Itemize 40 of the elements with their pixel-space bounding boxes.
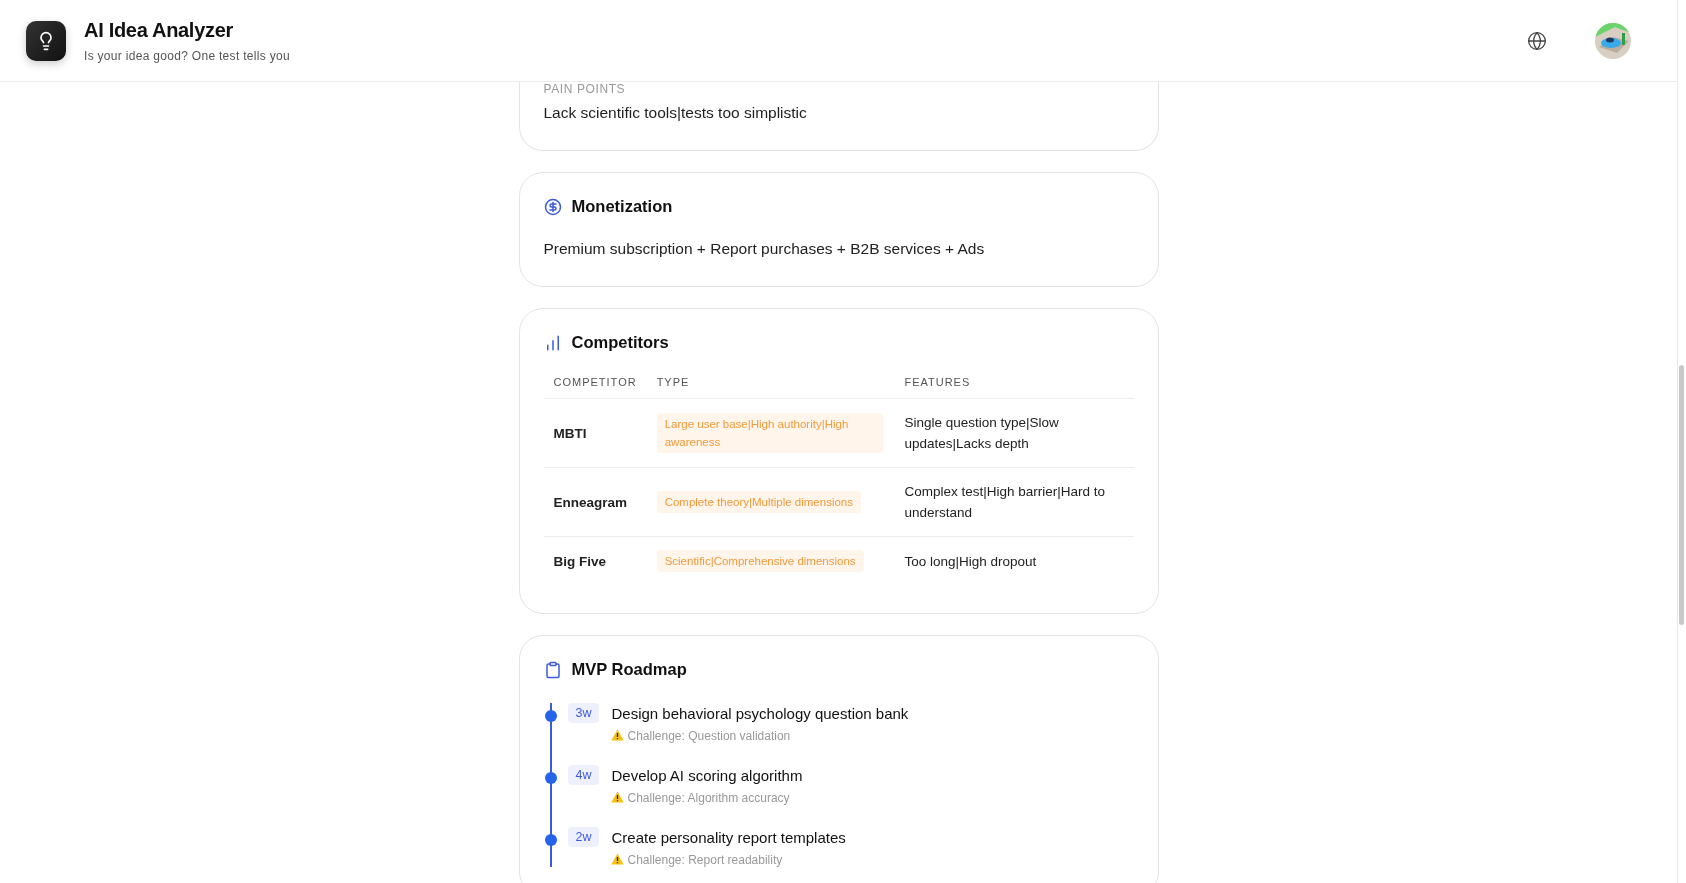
duration-badge: 4w: [567, 765, 600, 785]
section-label: PAIN POINTS: [543, 82, 627, 96]
table-cell: Single question type|Slow updates|Lacks depth: [894, 398, 1134, 468]
challenge-text: Challenge: Question validation: [627, 729, 791, 743]
table-cell: Too long|High dropout: [894, 536, 1134, 585]
card-title: Competitors: [571, 333, 669, 352]
app-title: AI Idea Analyzer: [84, 18, 234, 42]
duration-badge: 2w: [567, 827, 600, 847]
task-title: Develop AI scoring algorithm: [611, 766, 804, 784]
type-tag: Complete theory|Multiple dimensions: [656, 491, 861, 513]
warning-icon: [611, 729, 625, 741]
task-title: Create personality report templates: [611, 828, 847, 846]
warning-icon: [611, 853, 625, 865]
type-tag: Scientific|Comprehensive dimensions: [656, 550, 864, 572]
card-title: MVP Roadmap: [571, 660, 687, 679]
app-subtitle: Is your idea good? One test tells you: [84, 48, 291, 63]
challenge-text: Challenge: Algorithm accuracy: [627, 791, 790, 805]
language-button[interactable]: [1527, 30, 1547, 51]
logo-icon: [26, 20, 66, 61]
duration-badge: 3w: [567, 703, 600, 723]
timeline-dot: [544, 834, 557, 846]
warning-icon: [611, 791, 625, 803]
challenge-text: Challenge: Report readability: [627, 853, 783, 867]
scrollbar-thumb[interactable]: [1679, 365, 1684, 625]
card-title: Monetization: [571, 197, 673, 216]
type-tag: Large user base|High authority|High awareness: [656, 413, 883, 453]
table-cell: Big Five: [543, 536, 647, 585]
table-cell: Enneagram: [543, 467, 647, 537]
table-cell: Complex test|High barrier|Hard to understand: [894, 467, 1134, 537]
table-cell: MBTI: [543, 398, 647, 468]
column-header: COMPETITOR: [543, 376, 647, 399]
task-title: Design behavioral psychology question bank: [611, 704, 910, 722]
dollar-icon: [543, 197, 562, 216]
timeline-dot: [544, 710, 557, 722]
column-header: FEATURES: [894, 376, 1134, 399]
monetization-text: Premium subscription + Report purchases + B2B services + Ads: [543, 240, 986, 258]
pain-points-text: Lack scientific tools|tests too simplistic: [543, 104, 808, 122]
timeline-dot: [544, 772, 557, 784]
clipboard-icon: [543, 660, 562, 679]
column-header: TYPE: [646, 376, 895, 399]
